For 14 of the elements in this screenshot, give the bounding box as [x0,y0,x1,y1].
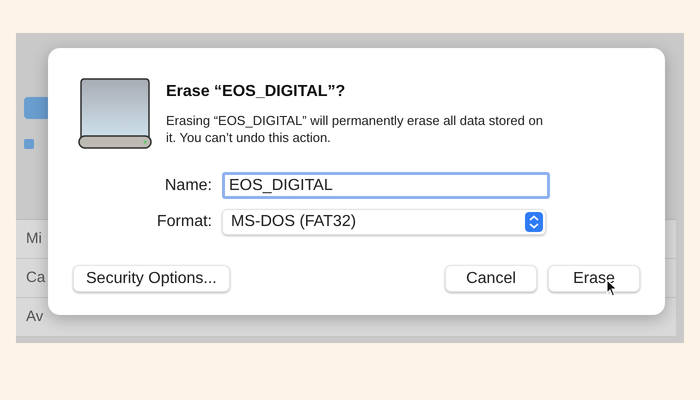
dialog-message: Erasing “EOS_DIGITAL” will permanently erase all data stored on it. You can’t undo this action. [166,112,544,146]
field-label: Format: [156,212,212,232]
field-label: Name: [164,176,212,196]
info-label: Av [26,306,44,327]
dialog-title: Erase “EOS_DIGITAL”? [166,82,346,102]
format-popup[interactable]: MS-DOS (FAT32) [222,209,546,235]
info-label: Mi [26,228,42,249]
dialog-button[interactable]: Security Options... [73,265,230,292]
name-field[interactable]: EOS_DIGITAL [222,172,550,199]
dialog-button[interactable]: Cancel [445,265,537,292]
dialog-button[interactable]: Erase [548,265,640,292]
external-drive-icon [78,76,152,150]
info-label: Ca [26,268,46,288]
up-down-chevron-icon [525,212,543,232]
